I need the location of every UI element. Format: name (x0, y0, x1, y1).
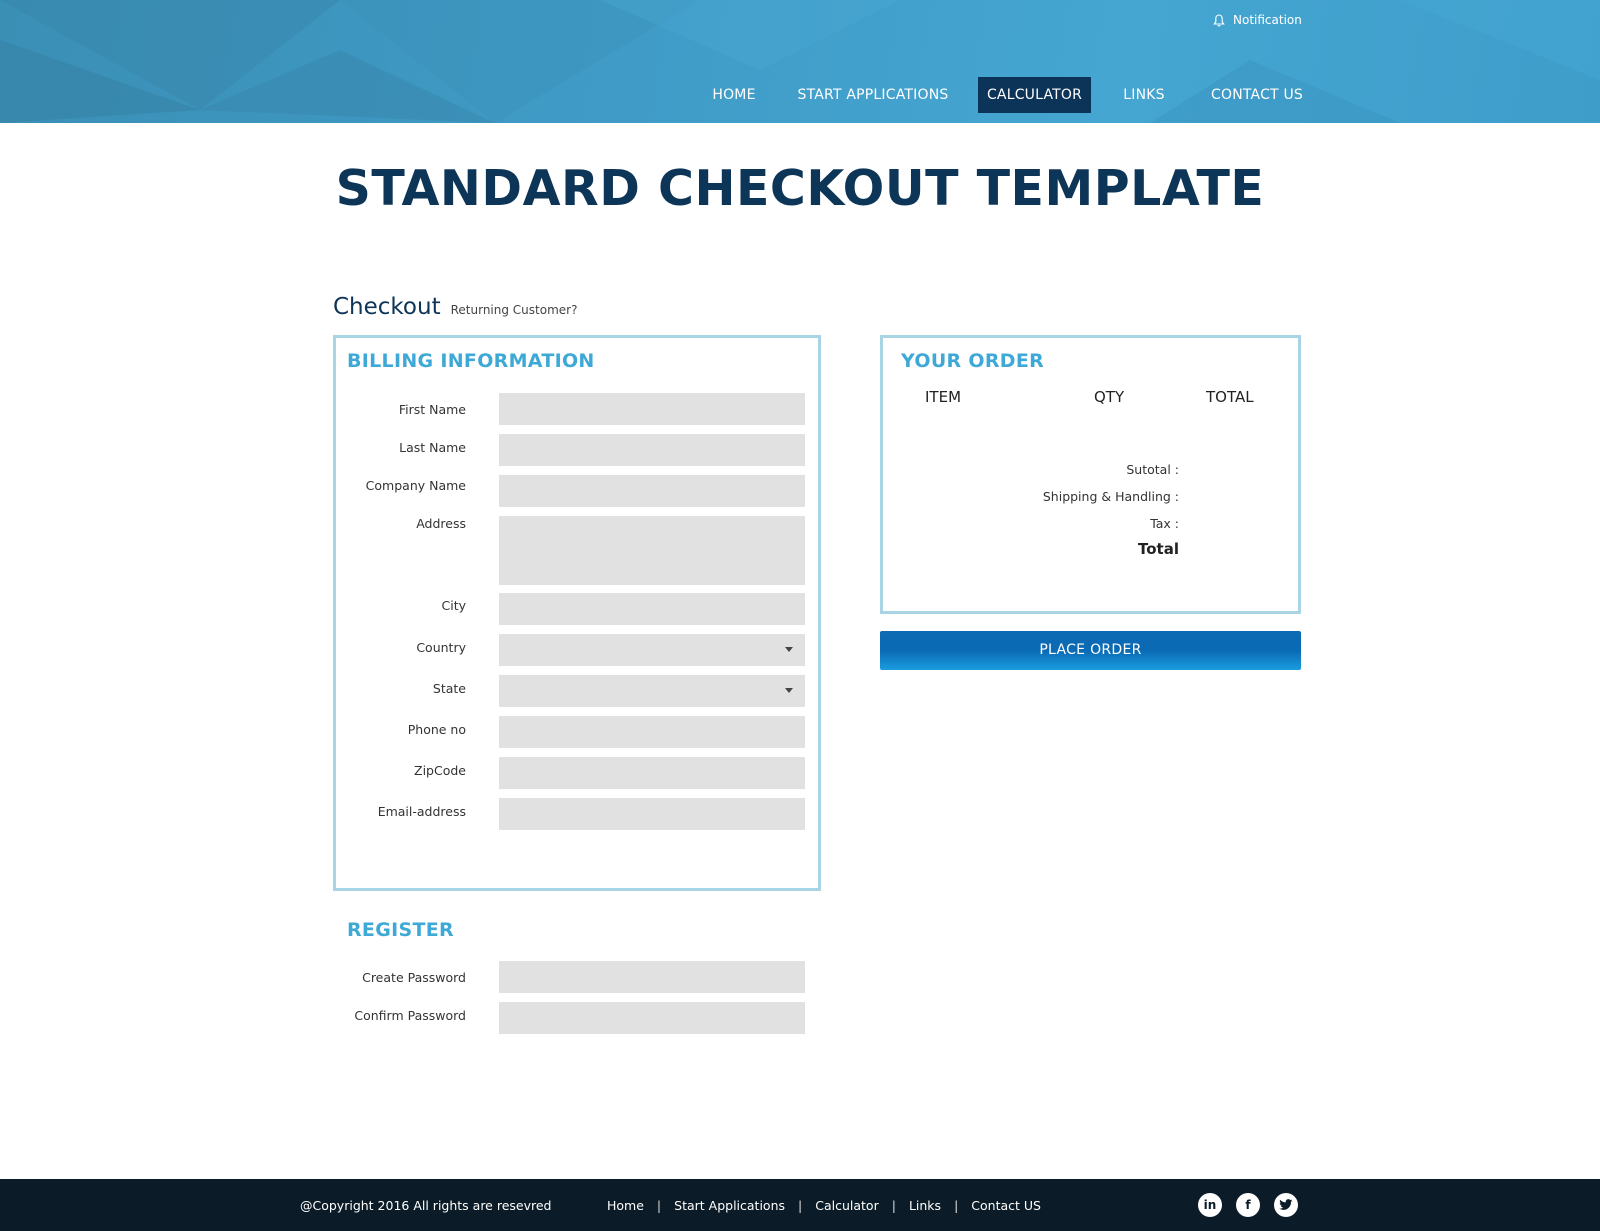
column-total: TOTAL (1206, 388, 1254, 406)
order-title: YOUR ORDER (901, 350, 1045, 372)
email-label: Email-address (377, 804, 466, 819)
state-select[interactable] (499, 675, 805, 707)
create-password-label: Create Password (362, 970, 466, 985)
confirm-password-label: Confirm Password (354, 1008, 466, 1023)
phone-input[interactable] (499, 716, 805, 748)
checkout-heading: Checkout (333, 294, 441, 320)
billing-title: BILLING INFORMATION (347, 350, 595, 372)
footer-link-home[interactable]: Home (607, 1198, 644, 1213)
last-name-input[interactable] (499, 434, 805, 466)
billing-panel: BILLING INFORMATION First Name Last Name… (333, 335, 821, 891)
phone-label: Phone no (407, 722, 466, 737)
order-panel: YOUR ORDER ITEM QTY TOTAL Sutotal : Ship… (880, 335, 1301, 614)
state-label: State (432, 681, 466, 696)
confirm-password-input[interactable] (499, 1002, 805, 1034)
twitter-bird-glyph (1279, 1199, 1293, 1210)
footer-link-start-applications[interactable]: Start Applications (674, 1198, 785, 1213)
site-footer: @Copyright 2016 All rights are resevred … (0, 1179, 1600, 1231)
column-item: ITEM (925, 388, 962, 406)
site-header: Notification HOME START APPLICATIONS CAL… (0, 0, 1600, 123)
footer-separator: | (656, 1198, 662, 1213)
footer-link-contact-us[interactable]: Contact US (971, 1198, 1041, 1213)
footer-link-links[interactable]: Links (909, 1198, 941, 1213)
nav-contact-us[interactable]: CONTACT US (1207, 77, 1307, 113)
first-name-input[interactable] (499, 393, 805, 425)
city-label: City (441, 598, 467, 613)
zipcode-input[interactable] (499, 757, 805, 789)
email-input[interactable] (499, 798, 805, 830)
total-label: Total (1138, 540, 1179, 558)
checkout-heading-row: Checkout Returning Customer? (333, 294, 577, 320)
linkedin-icon[interactable]: in (1198, 1193, 1222, 1217)
place-order-button[interactable]: PLACE ORDER (880, 631, 1301, 670)
footer-links: Home | Start Applications | Calculator |… (607, 1198, 1041, 1213)
facebook-icon[interactable]: f (1236, 1193, 1260, 1217)
notification-link[interactable]: Notification (1213, 11, 1302, 29)
register-title: REGISTER (347, 919, 454, 941)
address-label: Address (416, 516, 466, 531)
nav-home[interactable]: HOME (700, 77, 768, 113)
main-nav: HOME START APPLICATIONS CALCULATOR LINKS… (0, 77, 1600, 113)
twitter-icon[interactable] (1274, 1193, 1298, 1217)
shipping-label: Shipping & Handling : (1042, 489, 1179, 504)
returning-customer-link[interactable]: Returning Customer? (451, 303, 578, 317)
footer-separator: | (891, 1198, 896, 1213)
country-label: Country (416, 640, 466, 655)
subtotal-label: Sutotal : (1126, 462, 1179, 477)
nav-start-applications[interactable]: START APPLICATIONS (793, 77, 953, 113)
footer-separator: | (798, 1198, 803, 1213)
zipcode-label: ZipCode (414, 763, 466, 778)
bell-icon (1213, 13, 1225, 26)
address-textarea[interactable] (499, 516, 805, 585)
country-select[interactable] (499, 634, 805, 666)
last-name-label: Last Name (399, 440, 466, 455)
create-password-input[interactable] (499, 961, 805, 993)
page-title: STANDARD CHECKOUT TEMPLATE (335, 160, 1265, 217)
social-links: in f (1198, 1193, 1298, 1217)
first-name-label: First Name (398, 402, 466, 417)
caret-down-icon (785, 647, 793, 652)
footer-link-calculator[interactable]: Calculator (815, 1198, 878, 1213)
tax-label: Tax : (1150, 516, 1179, 531)
footer-separator: | (954, 1198, 959, 1213)
caret-down-icon (785, 688, 793, 693)
company-name-input[interactable] (499, 475, 805, 507)
column-qty: QTY (1094, 388, 1125, 406)
nav-links[interactable]: LINKS (1118, 77, 1170, 113)
company-name-label: Company Name (365, 478, 466, 493)
notification-label: Notification (1233, 13, 1302, 27)
city-input[interactable] (499, 593, 805, 625)
copyright-text: @Copyright 2016 All rights are resevred (300, 1198, 552, 1213)
nav-calculator[interactable]: CALCULATOR (978, 77, 1091, 113)
